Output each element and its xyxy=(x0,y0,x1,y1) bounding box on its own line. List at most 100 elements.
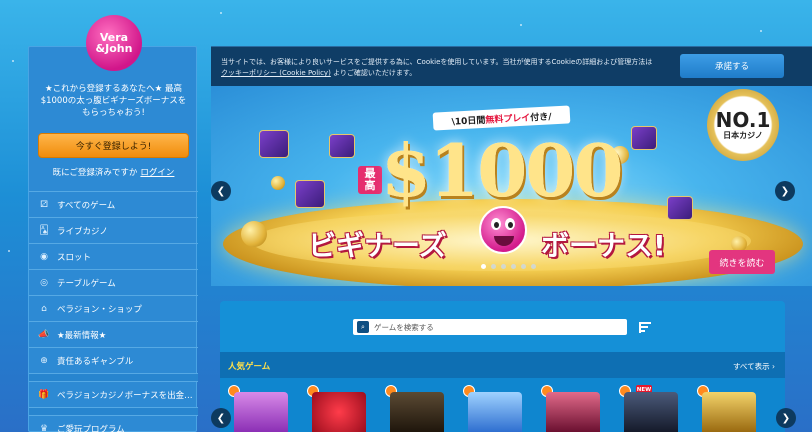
sidebar-item-label: ライブカジノ xyxy=(57,226,108,237)
sidebar-item-label: ★最新情報★ xyxy=(57,330,107,341)
games-section: ⌕ ゲームを検索する 人気ゲーム すべて表示 › NEW ❮ ❯ xyxy=(211,301,796,432)
game-search-input[interactable]: ⌕ ゲームを検索する xyxy=(353,319,627,335)
login-prompt-text: 既にご登録済みですか xyxy=(52,168,138,178)
cookie-policy-link[interactable]: クッキーポリシー (Cookie Policy) xyxy=(221,69,331,77)
cards-icon: 🂡 xyxy=(39,225,49,236)
carousel-dots xyxy=(481,264,536,269)
mascot-eye xyxy=(505,218,515,230)
sidebar-item-label: 責任あるギャンブル xyxy=(57,356,134,367)
carousel-dot[interactable] xyxy=(491,264,496,269)
sidebar-item-slots[interactable]: ◉ スロット xyxy=(29,243,198,269)
bonus-amount: $1000 xyxy=(381,128,623,213)
game-tile-decoration xyxy=(631,126,657,150)
game-tile-decoration xyxy=(329,134,355,158)
game-tile-decoration xyxy=(259,130,289,158)
sparkle xyxy=(760,30,762,32)
mascot-icon xyxy=(479,206,527,254)
login-link[interactable]: ログイン xyxy=(140,168,174,178)
read-more-button[interactable]: 続きを読む xyxy=(709,250,775,274)
slot-icon: ◉ xyxy=(40,251,48,262)
game-thumb-golden-cat[interactable] xyxy=(702,392,756,432)
sidebar-panel: ★これから登録するあなたへ★ 最高$1000の太っ腹ビギナーズボーナスをもらっち… xyxy=(28,46,198,432)
carousel-dot[interactable] xyxy=(501,264,506,269)
sidebar-item-live-casino[interactable]: 🂡 ライブカジノ xyxy=(29,217,198,243)
sidebar-item-label: ベラジョンカジノボーナスを出金… xyxy=(57,390,193,401)
sidebar-item-bonus-withdraw[interactable]: 🎁 ベラジョンカジノボーナスを出金… xyxy=(29,381,198,407)
search-placeholder: ゲームを検索する xyxy=(374,322,434,332)
bonus-title-left: ビギナーズ xyxy=(308,229,447,262)
banner-prev-arrow[interactable]: ❮ xyxy=(211,181,231,201)
cookie-text-suffix: よりご確認いただけます。 xyxy=(333,69,417,77)
signup-button[interactable]: 今すぐ登録しよう! xyxy=(38,133,189,158)
chevron-left-icon: ❮ xyxy=(216,185,226,197)
no1-badge: NO.1 日本カジノ xyxy=(707,89,779,161)
brand-logo[interactable]: Vera &John xyxy=(86,15,142,71)
game-thumb-tome[interactable] xyxy=(390,392,444,432)
max-label: 最高 xyxy=(358,166,382,194)
cookie-text-line1: 当サイトでは、お客様により良いサービスをご提供する為に、Cookieを使用してい… xyxy=(221,58,653,66)
games-prev-arrow[interactable]: ❮ xyxy=(211,408,231,428)
menu-divider xyxy=(29,373,198,381)
game-thumbnail-row: NEW xyxy=(220,378,785,432)
game-thumb-geisha[interactable] xyxy=(546,392,600,432)
cookie-text: 当サイトでは、お客様により良いサービスをご提供する為に、Cookieを使用してい… xyxy=(221,57,679,79)
megaphone-icon: 📣 xyxy=(38,329,50,340)
sidebar-item-loyalty[interactable]: ♛ ご愛玩プログラム xyxy=(29,415,198,432)
dice-icon: ⚂ xyxy=(40,199,48,210)
game-tile-decoration xyxy=(295,180,325,208)
trial-prefix: \10日間 xyxy=(451,115,486,128)
games-next-arrow[interactable]: ❯ xyxy=(776,408,796,428)
responsible-icon: ⊕ xyxy=(40,355,48,366)
sparkle xyxy=(12,60,14,62)
game-thumb-moon[interactable] xyxy=(468,392,522,432)
show-all-link[interactable]: すべて表示 › xyxy=(733,361,775,372)
mascot-eye xyxy=(491,218,501,230)
coin-decoration xyxy=(241,221,267,247)
carousel-dot[interactable] xyxy=(511,264,516,269)
badge-sub-text: 日本カジノ xyxy=(723,130,763,140)
bonus-title-right: ボーナス! xyxy=(541,229,666,262)
crown-icon: ♛ xyxy=(39,423,49,432)
sidebar-item-responsible[interactable]: ⊕ 責任あるギャンブル xyxy=(29,347,198,373)
table-icon: ◎ xyxy=(40,277,48,288)
carousel-dot[interactable] xyxy=(531,264,536,269)
gift-icon: 🎁 xyxy=(38,389,50,400)
mascot-mouth xyxy=(494,236,514,246)
coin-decoration xyxy=(271,176,285,190)
game-thumb-zillard[interactable] xyxy=(624,392,678,432)
sidebar-item-table-games[interactable]: ◎ テーブルゲーム xyxy=(29,269,198,295)
sidebar-item-label: ご愛玩プログラム xyxy=(57,424,125,432)
carousel-dot[interactable] xyxy=(481,264,486,269)
cookie-banner: 当サイトでは、お客様により良いサービスをご提供する為に、Cookieを使用してい… xyxy=(211,46,812,86)
chevron-right-icon: ❯ xyxy=(780,185,790,197)
sparkle xyxy=(520,24,522,26)
game-thumb-moon-princess[interactable] xyxy=(234,392,288,432)
sparkle xyxy=(220,12,222,14)
trial-highlight: 無料プレイ xyxy=(485,112,531,126)
trial-suffix: 付き/ xyxy=(530,111,552,123)
badge-no1-text: NO.1 xyxy=(715,107,771,132)
filter-icon[interactable] xyxy=(638,320,652,334)
chevron-left-icon: ❮ xyxy=(216,412,226,424)
login-prompt: 既にご登録済みですか ログイン xyxy=(29,166,198,178)
sidebar: ★これから登録するあなたへ★ 最高$1000の太っ腹ビギナーズボーナスをもらっち… xyxy=(28,0,198,432)
hero-banner[interactable]: \10日間 無料プレイ 付き/ 最高 $1000 ビギナーズ ボーナス! NO.1 … xyxy=(211,86,812,286)
game-tile-decoration xyxy=(667,196,693,220)
sidebar-menu: ⚂ すべてのゲーム 🂡 ライブカジノ ◉ スロット ◎ テーブルゲーム ⌂ ベラ… xyxy=(29,191,198,432)
carousel-dot[interactable] xyxy=(521,264,526,269)
sidebar-item-shop[interactable]: ⌂ ベラジョン・ショップ xyxy=(29,295,198,321)
game-thumb-hibiscus[interactable] xyxy=(312,392,366,432)
sidebar-item-all-games[interactable]: ⚂ すべてのゲーム xyxy=(29,191,198,217)
sidebar-item-label: ベラジョン・ショップ xyxy=(57,304,142,315)
sidebar-item-news[interactable]: 📣 ★最新情報★ xyxy=(29,321,198,347)
sidebar-item-label: すべてのゲーム xyxy=(57,200,116,211)
sidebar-item-label: スロット xyxy=(57,252,92,263)
menu-divider xyxy=(29,407,198,415)
banner-next-arrow[interactable]: ❯ xyxy=(775,181,795,201)
cookie-accept-button[interactable]: 承諾する xyxy=(680,54,784,78)
chevron-right-icon: ❯ xyxy=(781,412,791,424)
popular-games-header: 人気ゲーム すべて表示 › xyxy=(220,352,785,378)
promo-text: ★これから登録するあなたへ★ 最高$1000の太っ腹ビギナーズボーナスをもらっち… xyxy=(40,84,187,118)
search-icon: ⌕ xyxy=(357,321,369,333)
sparkle xyxy=(8,250,10,252)
